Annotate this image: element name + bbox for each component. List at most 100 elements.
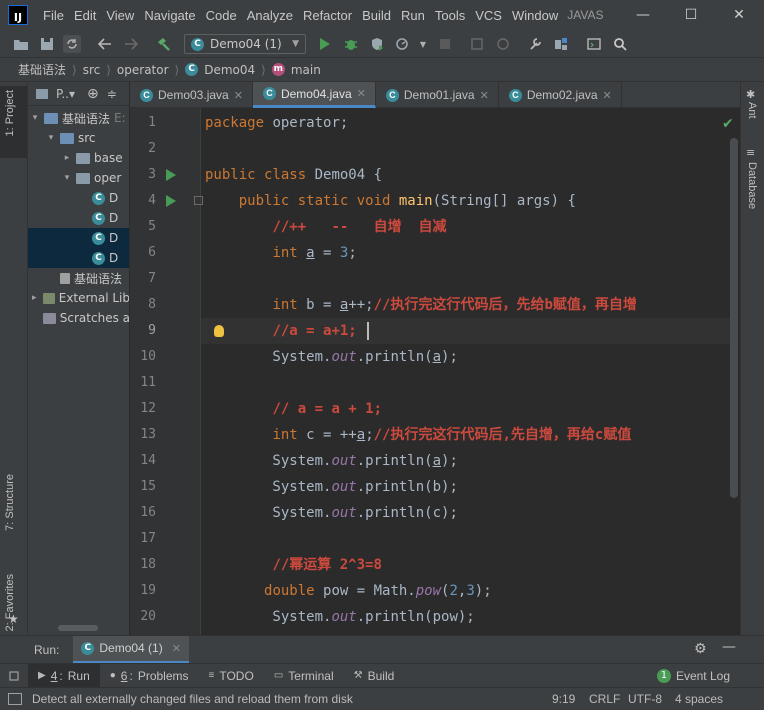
close-tab-icon[interactable]: ✕ (603, 89, 612, 102)
tree-item[interactable]: ▸ base (28, 148, 129, 168)
code-line[interactable]: //a = a+1; (205, 318, 356, 344)
close-tab-icon[interactable]: ✕ (172, 642, 181, 655)
status-tool-windows-icon[interactable] (8, 693, 22, 705)
editor-tab[interactable]: C Demo01.java ✕ (376, 82, 499, 108)
run-config-tab[interactable]: C Demo04 (1) ✕ (73, 635, 189, 664)
breadcrumb-method[interactable]: main (291, 63, 321, 77)
run-icon[interactable] (316, 35, 334, 53)
structure-tool-tab[interactable]: 7: Structure (4, 474, 16, 531)
code-line[interactable]: // a = a + 1; (205, 396, 382, 422)
profile-dropdown-chevron-icon[interactable]: ▼ (414, 35, 432, 53)
close-tab-icon[interactable]: ✕ (357, 87, 366, 100)
run-config-dropdown[interactable]: C Demo04 (1) ▼ (184, 34, 306, 54)
code-line[interactable]: System.out.println(a); (205, 344, 457, 370)
editor-scrollbar[interactable] (730, 138, 738, 498)
menu-refactor[interactable]: Refactor (298, 8, 357, 23)
forward-arrow-icon[interactable] (122, 35, 140, 53)
menu-analyze[interactable]: Analyze (242, 8, 298, 23)
close-tab-icon[interactable]: ✕ (480, 89, 489, 102)
attach-debugger-icon[interactable] (468, 35, 486, 53)
tree-item[interactable]: CD (28, 208, 129, 228)
menu-edit[interactable]: Edit (69, 8, 101, 23)
inspection-ok-check-icon[interactable]: ✔ (722, 116, 734, 132)
bottom-tab[interactable]: ● 6: Problems (100, 664, 199, 688)
breadcrumb-src[interactable]: src (83, 63, 101, 77)
bottom-tab[interactable]: ▶ 4: Run (28, 663, 100, 688)
close-tab-icon[interactable]: ✕ (234, 89, 243, 102)
code-line[interactable]: System.out.println(a); (205, 448, 457, 474)
intention-bulb-icon[interactable] (214, 325, 224, 337)
code-line[interactable]: public class Demo04 { (205, 162, 382, 188)
event-log-button[interactable]: 1 Event Log (656, 668, 730, 683)
line-separator[interactable]: CRLF (589, 692, 620, 706)
fold-marker-icon[interactable] (194, 196, 203, 205)
locate-target-icon[interactable]: ⊕ (87, 86, 99, 102)
code-line[interactable]: //幂运算 2^3=8 (205, 552, 381, 578)
code-line[interactable]: int a = 3; (205, 240, 356, 266)
bottom-tab[interactable]: ≡ TODO (199, 664, 264, 688)
open-folder-icon[interactable] (12, 35, 30, 53)
gutter-run-icon[interactable] (166, 169, 176, 181)
collapse-all-icon[interactable]: ≑ (107, 87, 117, 101)
expanded-arrow-icon[interactable]: ▾ (46, 133, 56, 143)
tree-item[interactable]: ▸ External Lib (28, 288, 129, 308)
close-icon[interactable]: ✕ (728, 4, 750, 26)
build-hammer-icon[interactable] (155, 35, 173, 53)
panel-layout-icon[interactable] (0, 664, 28, 688)
bottom-tab[interactable]: ⚒ Build (344, 664, 405, 688)
code-editor[interactable]: 1 2 3 4 5 6 7 8 9 10 11 12 13 14 15 16 17 18 19 20 package … (130, 108, 740, 635)
debug-bug-icon[interactable] (342, 35, 360, 53)
menu-code[interactable]: Code (201, 8, 242, 23)
back-arrow-icon[interactable] (96, 35, 114, 53)
code-line[interactable]: System.out.println(b); (205, 474, 457, 500)
sync-icon[interactable] (63, 35, 81, 53)
breadcrumb-class[interactable]: Demo04 (204, 63, 255, 77)
stop-icon[interactable] (436, 35, 454, 53)
tree-item[interactable]: Scratches a (28, 308, 129, 328)
hide-panel-icon[interactable]: — (722, 639, 736, 655)
code-line[interactable]: int b = a++;//执行完这行代码后，先给b赋值，再自增 (205, 292, 636, 318)
project-view-selector[interactable]: P..▾ (56, 87, 75, 101)
code-line[interactable]: System.out.println(c); (205, 500, 457, 526)
menu-file[interactable]: File (38, 8, 69, 23)
favorites-star-icon[interactable]: ★ (8, 612, 19, 626)
collapsed-arrow-icon[interactable]: ▸ (30, 293, 39, 303)
tree-item[interactable]: 基础语法 (28, 268, 129, 288)
tree-item[interactable]: CD (28, 228, 129, 248)
search-icon[interactable] (611, 35, 629, 53)
ant-tool-tab[interactable]: Ant (746, 102, 758, 119)
menu-window[interactable]: Window (507, 8, 563, 23)
breadcrumb-package[interactable]: operator (117, 63, 169, 77)
menu-tools[interactable]: Tools (430, 8, 470, 23)
profile-icon[interactable] (394, 35, 412, 53)
gear-icon[interactable]: ⚙ (694, 641, 707, 657)
database-tool-tab[interactable]: Database (746, 162, 758, 209)
editor-tab[interactable]: C Demo04.java ✕ (252, 82, 376, 108)
editor-tab[interactable]: C Demo03.java ✕ (130, 82, 253, 108)
tree-item[interactable]: ▾ 基础语法 E: (28, 108, 129, 128)
status-message[interactable]: Detect all externally changed files and … (32, 692, 353, 706)
settings-wrench-icon[interactable] (526, 35, 544, 53)
project-tool-tab[interactable]: 1: Project (4, 90, 16, 136)
tree-item[interactable]: CD (28, 248, 129, 268)
expanded-arrow-icon[interactable]: ▾ (30, 113, 40, 123)
tree-item[interactable]: CD (28, 188, 129, 208)
caret-position[interactable]: 9:19 (552, 692, 575, 706)
menu-run[interactable]: Run (396, 8, 430, 23)
menu-build[interactable]: Build (357, 8, 396, 23)
code-line[interactable]: System.out.println(pow); (205, 604, 474, 630)
code-line[interactable]: //++ -- 自增 自减 (205, 214, 446, 240)
terminal-window-icon[interactable] (585, 35, 603, 53)
file-encoding[interactable]: UTF-8 (628, 692, 662, 706)
code-line[interactable]: double pow = Math.pow(2,3); (205, 578, 492, 604)
menu-vcs[interactable]: VCS (470, 8, 507, 23)
project-tree-scrollbar[interactable] (58, 625, 98, 631)
code-line[interactable]: public static void main(String[] args) { (205, 188, 576, 214)
tree-item[interactable]: ▾ src (28, 128, 129, 148)
bottom-tab[interactable]: ▭ Terminal (264, 664, 344, 688)
tree-item[interactable]: ▾ oper (28, 168, 129, 188)
save-icon[interactable] (38, 35, 56, 53)
coverage-shield-icon[interactable] (368, 35, 386, 53)
indent-setting[interactable]: 4 spaces (675, 692, 723, 706)
gutter-run-icon[interactable] (166, 195, 176, 207)
